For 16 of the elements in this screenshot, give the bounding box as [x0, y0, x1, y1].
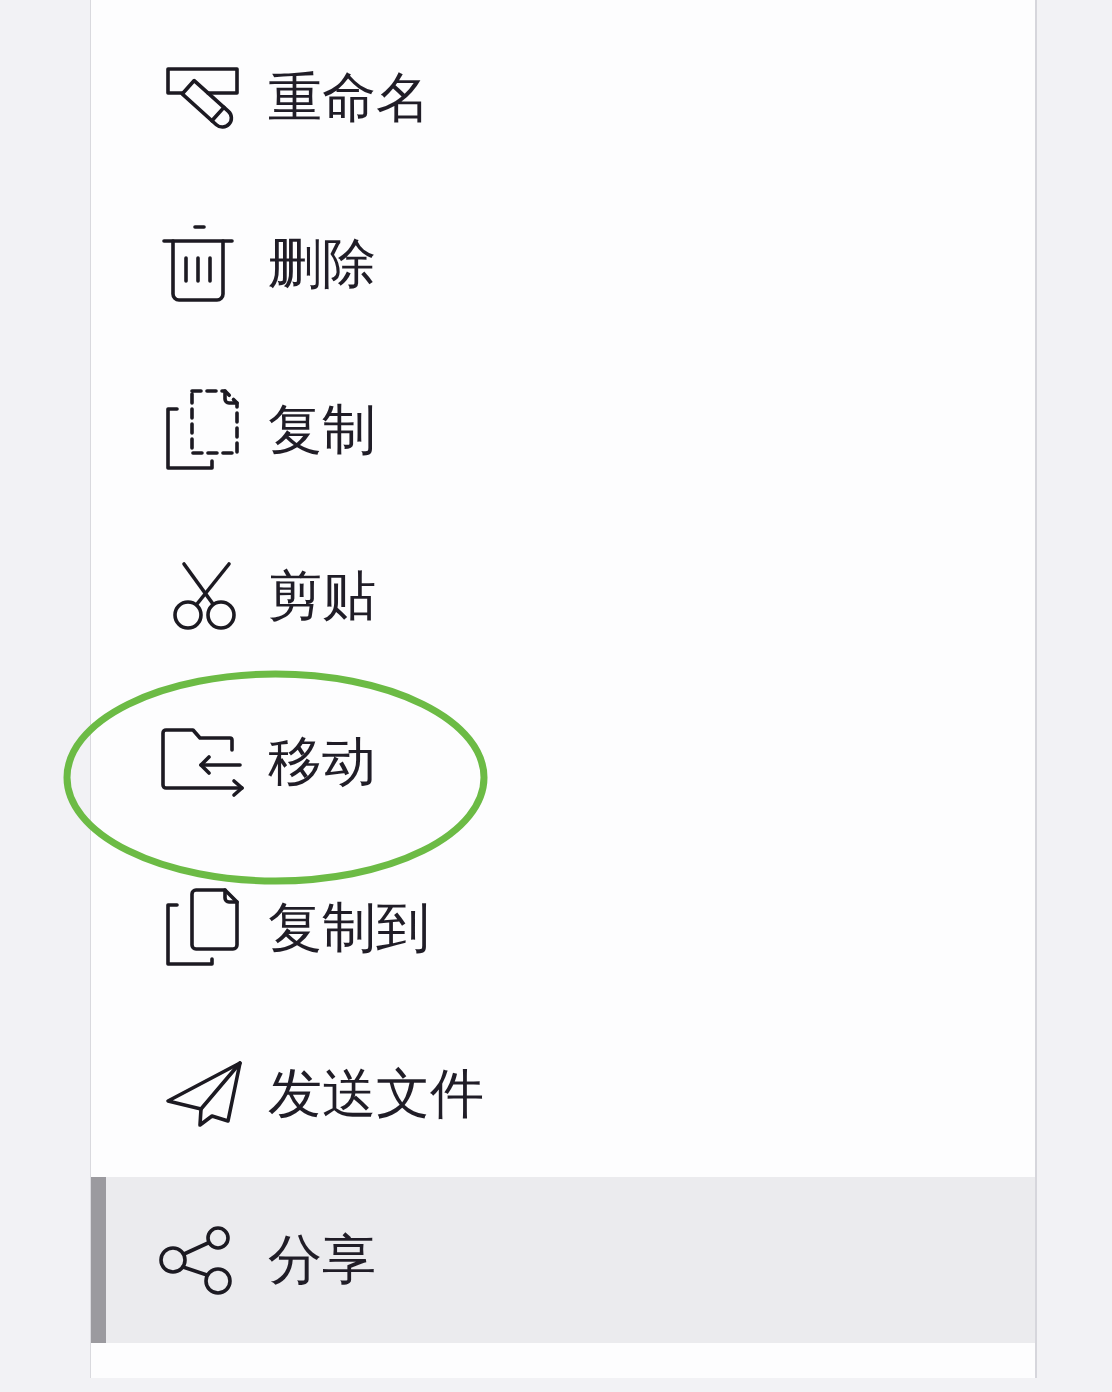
menu-item[interactable]: 复制到	[91, 845, 1035, 1011]
menu-item[interactable]: 复制	[91, 347, 1035, 513]
folder-arrows-icon	[160, 726, 246, 798]
scissors-icon	[171, 560, 238, 632]
menu-item[interactable]: 移动	[91, 679, 1035, 845]
copy-icon	[165, 888, 241, 968]
menu-item[interactable]: 删除	[91, 181, 1035, 347]
trash-icon	[162, 224, 234, 304]
menu-item[interactable]: 重命名	[91, 15, 1035, 181]
menu-item[interactable]: 剪贴	[91, 513, 1035, 679]
label-pencil-icon	[165, 66, 241, 130]
menu-item[interactable]: 分享	[91, 1177, 1035, 1343]
paper-plane-icon	[165, 1059, 243, 1129]
menu-item[interactable]: 发送文件	[91, 1011, 1035, 1177]
copy-icon	[165, 389, 241, 471]
share-icon	[158, 1224, 234, 1296]
